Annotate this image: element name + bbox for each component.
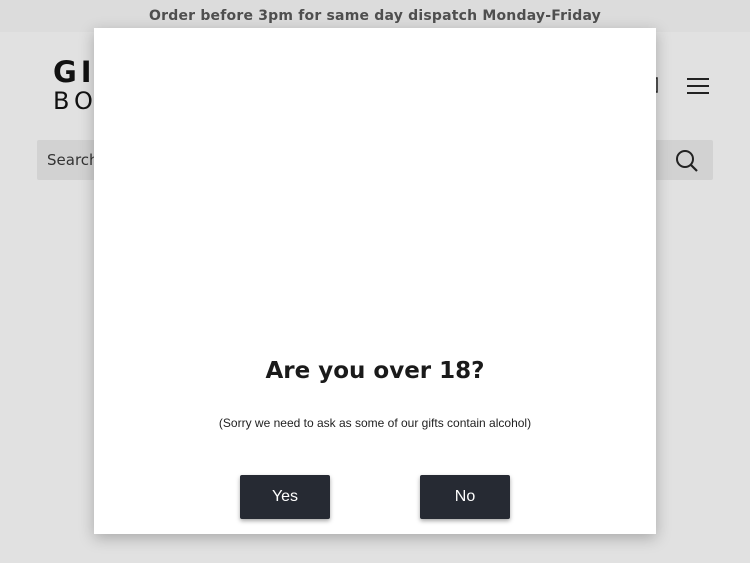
menu-icon[interactable] [685, 76, 711, 96]
page: Order before 3pm for same day dispatch M… [0, 0, 750, 563]
modal-subtitle: (Sorry we need to ask as some of our gif… [218, 416, 532, 430]
yes-button[interactable]: Yes [240, 475, 330, 519]
modal-title: Are you over 18? [265, 358, 485, 384]
no-button[interactable]: No [420, 475, 510, 519]
announcement-text: Order before 3pm for same day dispatch M… [149, 8, 601, 24]
logo-line2: BO [53, 87, 98, 115]
site-logo[interactable]: GI BO [53, 55, 98, 115]
search-icon [676, 150, 698, 172]
search-button[interactable] [671, 146, 703, 174]
logo-line1: GI [53, 55, 96, 89]
age-verification-modal: Are you over 18? (Sorry we need to ask a… [94, 28, 656, 534]
